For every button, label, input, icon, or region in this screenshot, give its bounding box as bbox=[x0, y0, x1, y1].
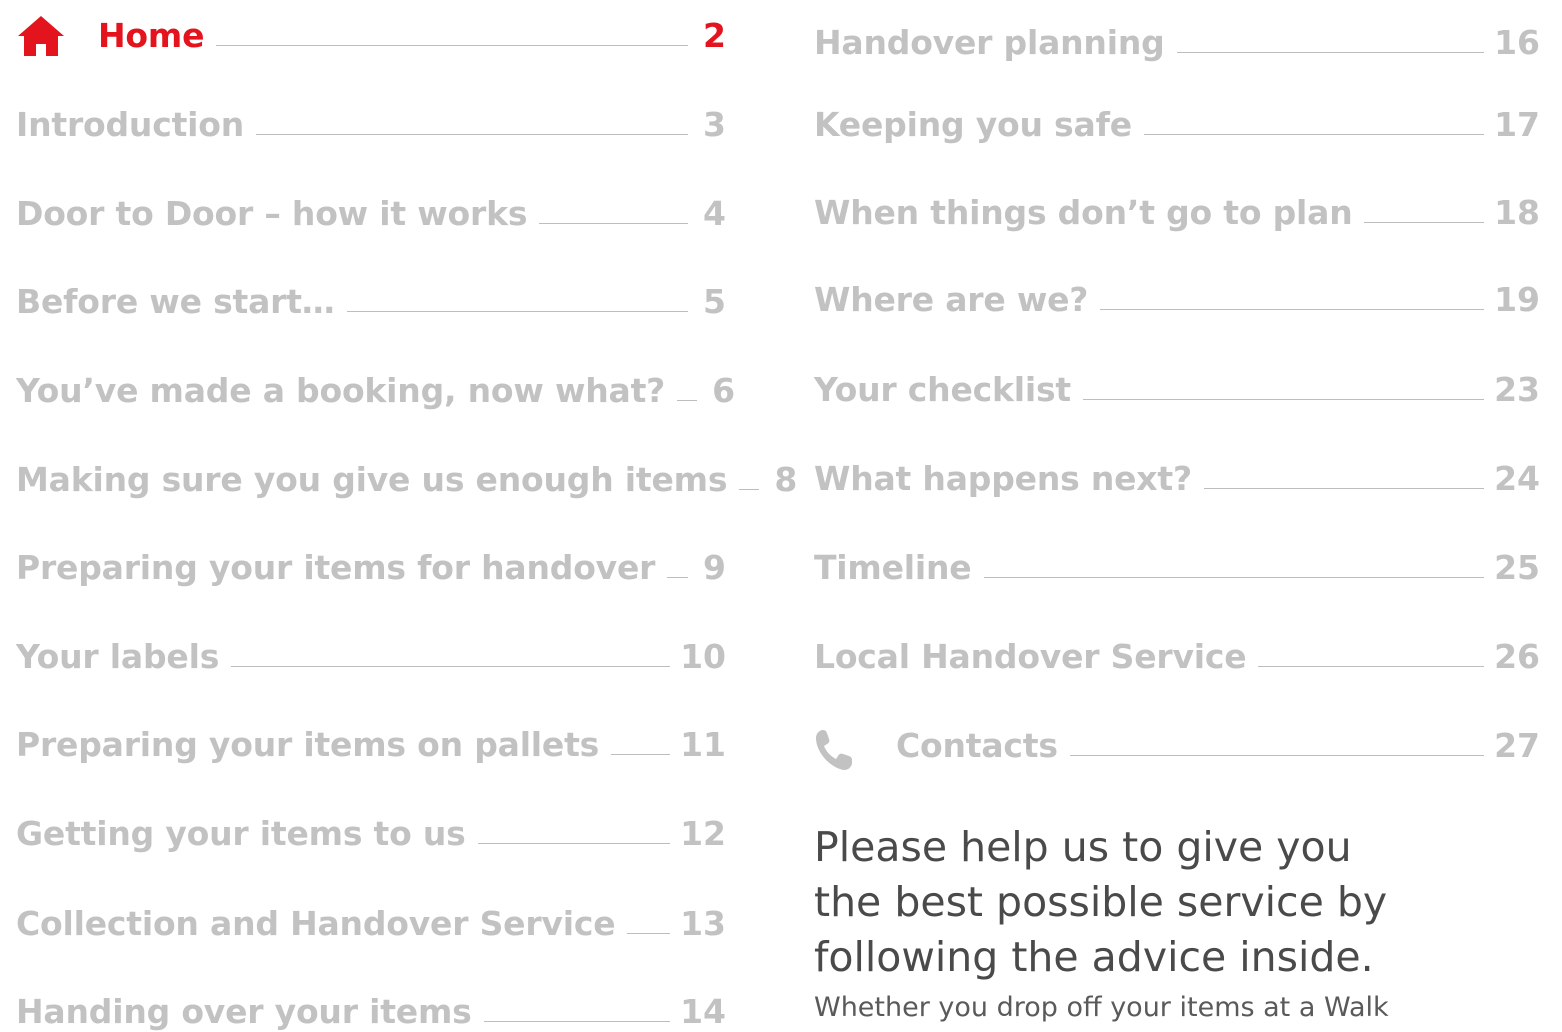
toc-entry-door-to-door[interactable]: Door to Door – how it works 4 bbox=[16, 184, 726, 234]
toc-label: You’ve made a booking, now what? bbox=[16, 371, 666, 410]
toc-page-number: 4 bbox=[703, 194, 726, 233]
home-icon bbox=[18, 16, 64, 56]
toc-entry-getting-items-to-us[interactable]: Getting your items to us 12 bbox=[16, 804, 726, 854]
leader-line bbox=[1176, 52, 1485, 53]
toc-entry-when-things-dont-go[interactable]: When things don’t go to plan 18 bbox=[814, 183, 1540, 233]
leader-line bbox=[231, 666, 671, 667]
toc-page-number: 17 bbox=[1494, 105, 1540, 144]
leader-line bbox=[1203, 488, 1485, 489]
leader-line bbox=[1143, 134, 1485, 135]
toc-label: Home bbox=[98, 16, 205, 55]
toc-entry-where-are-we[interactable]: Where are we? 19 bbox=[814, 270, 1540, 320]
toc-entry-home[interactable]: Home 2 bbox=[16, 6, 726, 56]
toc-page-number: 10 bbox=[680, 637, 726, 676]
toc-entry-timeline[interactable]: Timeline 25 bbox=[814, 538, 1540, 588]
toc-page-number: 18 bbox=[1494, 193, 1540, 232]
leader-line bbox=[611, 754, 671, 755]
toc-page-number: 23 bbox=[1494, 370, 1540, 409]
toc-page-number: 12 bbox=[680, 814, 726, 853]
intro-heading-line: the best possible service by bbox=[814, 878, 1388, 926]
toc-entry-handover-planning[interactable]: Handover planning 16 bbox=[814, 13, 1540, 63]
toc-page-number: 2 bbox=[703, 16, 726, 55]
leader-line bbox=[677, 400, 698, 401]
toc-entry-before-we-start[interactable]: Before we start… 5 bbox=[16, 272, 726, 322]
toc-entry-keeping-you-safe[interactable]: Keeping you safe 17 bbox=[814, 95, 1540, 145]
toc-entry-your-labels[interactable]: Your labels 10 bbox=[16, 627, 726, 677]
toc-label: Door to Door – how it works bbox=[16, 194, 528, 233]
leader-line bbox=[1082, 399, 1485, 400]
leader-line bbox=[477, 843, 671, 844]
toc-entry-local-handover[interactable]: Local Handover Service 26 bbox=[814, 627, 1540, 677]
leader-line bbox=[1100, 309, 1485, 310]
toc-entry-enough-items[interactable]: Making sure you give us enough items 8 bbox=[16, 450, 797, 500]
toc-page-number: 19 bbox=[1494, 280, 1540, 319]
toc-label: Timeline bbox=[814, 548, 972, 587]
toc-page-number: 24 bbox=[1494, 459, 1540, 498]
toc-entry-introduction[interactable]: Introduction 3 bbox=[16, 95, 726, 145]
toc-label: Handover planning bbox=[814, 23, 1165, 62]
toc-label: Collection and Handover Service bbox=[16, 904, 616, 943]
toc-label: What happens next? bbox=[814, 459, 1192, 498]
phone-icon bbox=[816, 730, 852, 770]
toc-entry-contacts[interactable]: Contacts 27 bbox=[814, 716, 1540, 770]
toc-label: Introduction bbox=[16, 105, 245, 144]
toc-page-number: 3 bbox=[703, 105, 726, 144]
intro-section: Please help us to give you the best poss… bbox=[814, 820, 1534, 1025]
toc-entry-your-checklist[interactable]: Your checklist 23 bbox=[814, 360, 1540, 410]
leader-line bbox=[627, 933, 671, 934]
toc-entry-made-a-booking[interactable]: You’ve made a booking, now what? 6 bbox=[16, 361, 735, 411]
toc-page-number: 8 bbox=[774, 460, 798, 499]
toc-label: Getting your items to us bbox=[16, 814, 466, 853]
toc-page-number: 13 bbox=[680, 904, 726, 943]
toc-entry-what-happens-next[interactable]: What happens next? 24 bbox=[814, 449, 1540, 499]
intro-body: Whether you drop off your items at a Wal… bbox=[814, 992, 1389, 1023]
toc-page-number: 16 bbox=[1494, 23, 1540, 62]
leader-line bbox=[539, 223, 688, 224]
toc-label: Where are we? bbox=[814, 280, 1089, 319]
toc-page-number: 27 bbox=[1494, 726, 1540, 765]
toc-label: Preparing your items on pallets bbox=[16, 725, 600, 764]
toc-page-number: 26 bbox=[1494, 637, 1540, 676]
leader-line bbox=[483, 1021, 671, 1022]
toc-page-number: 25 bbox=[1494, 548, 1540, 587]
toc-entry-items-on-pallets[interactable]: Preparing your items on pallets 11 bbox=[16, 715, 726, 765]
toc-page-number: 5 bbox=[703, 282, 726, 321]
toc-entry-handing-over[interactable]: Handing over your items 14 bbox=[16, 982, 726, 1032]
toc-label: Your labels bbox=[16, 637, 220, 676]
intro-heading-line: following the advice inside. bbox=[814, 933, 1374, 981]
leader-line bbox=[983, 577, 1485, 578]
toc-label: Contacts bbox=[896, 726, 1058, 765]
toc-label: Making sure you give us enough items bbox=[16, 460, 728, 499]
toc-page-number: 11 bbox=[680, 725, 726, 764]
toc-label: Local Handover Service bbox=[814, 637, 1247, 676]
intro-heading: Please help us to give you the best poss… bbox=[814, 820, 1534, 985]
toc-page-number: 6 bbox=[712, 371, 736, 410]
toc-label: Preparing your items for handover bbox=[16, 548, 656, 587]
leader-line bbox=[739, 489, 760, 490]
leader-line bbox=[216, 45, 688, 46]
toc-entry-preparing-items[interactable]: Preparing your items for handover 9 bbox=[16, 538, 726, 588]
toc-page-number: 9 bbox=[703, 548, 726, 587]
toc-label: Handing over your items bbox=[16, 992, 472, 1031]
toc-label: Before we start… bbox=[16, 282, 335, 321]
toc-page-number: 14 bbox=[680, 992, 726, 1031]
leader-line bbox=[667, 577, 688, 578]
leader-line bbox=[256, 134, 688, 135]
toc-label: Your checklist bbox=[814, 370, 1071, 409]
leader-line bbox=[1258, 666, 1485, 667]
leader-line bbox=[1364, 222, 1485, 223]
intro-heading-line: Please help us to give you bbox=[814, 823, 1352, 871]
leader-line bbox=[346, 311, 688, 312]
toc-label: When things don’t go to plan bbox=[814, 193, 1353, 232]
toc-entry-collection-handover[interactable]: Collection and Handover Service 13 bbox=[16, 894, 726, 944]
toc-label: Keeping you safe bbox=[814, 105, 1132, 144]
leader-line bbox=[1069, 755, 1485, 756]
